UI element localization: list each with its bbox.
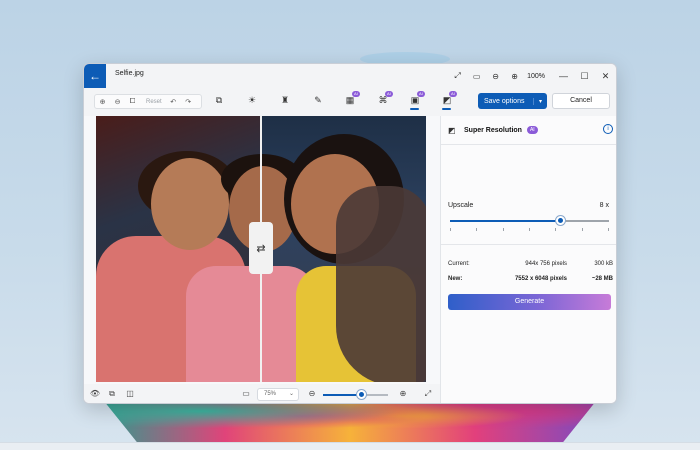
super-resolution-icon: ◩ xyxy=(448,125,456,135)
zoom-slider-thumb[interactable] xyxy=(357,390,366,399)
canvas-area: ⇄ xyxy=(84,116,440,384)
layers-icon[interactable]: ⧉ xyxy=(106,389,118,399)
chevron-down-icon: ⌄ xyxy=(288,391,294,397)
bottom-bar: 👁 ⧉ ◫ ▭ 75% ⌄ ⊖ ⊕ ⤢ xyxy=(84,384,440,403)
zoom-out-icon[interactable]: ⊖ xyxy=(110,98,125,106)
effects-ai-icon[interactable]: ▦ AI xyxy=(342,91,360,106)
upscale-slider-thumb[interactable] xyxy=(556,216,566,225)
zoom-level-value: 75% xyxy=(264,391,277,397)
back-arrow-icon: ← xyxy=(89,69,101,83)
info-icon[interactable]: i xyxy=(603,124,613,134)
save-options-label: Save options xyxy=(484,97,525,105)
zoom-out-icon[interactable]: ⊖ xyxy=(306,389,318,398)
slider-tick xyxy=(450,228,451,231)
super-resolution-panel: ◩ Super Resolution AI i Upscale 8 x Curr… xyxy=(440,116,616,403)
active-tool-indicator xyxy=(410,108,419,110)
fit-screen-icon[interactable]: ▭ xyxy=(240,389,252,398)
ai-badge: AI xyxy=(526,126,538,134)
generative-erase-ai-icon[interactable]: ⌘ AI xyxy=(375,91,393,106)
generate-button[interactable]: Generate xyxy=(448,294,611,310)
filter-icon[interactable]: ♜ xyxy=(277,95,293,106)
divider xyxy=(441,144,616,145)
slider-tick xyxy=(582,228,583,231)
photo-figure xyxy=(151,158,229,250)
slider-tick xyxy=(503,228,504,231)
current-file-size: 300 kB xyxy=(594,261,613,267)
adjust-icon[interactable]: ☀ xyxy=(244,95,260,106)
reset-button[interactable]: Reset xyxy=(146,99,162,105)
save-options-button[interactable]: Save options ▾ xyxy=(478,93,547,109)
markup-icon[interactable]: ✎ xyxy=(310,95,326,106)
upscale-label: Upscale xyxy=(448,202,474,209)
super-resolution-ai-icon[interactable]: ◩ AI xyxy=(439,91,457,110)
zoom-out-icon[interactable]: ⊖ xyxy=(486,72,505,81)
compare-view-icon[interactable]: ◫ xyxy=(124,389,136,398)
fit-icon[interactable]: ⧠ xyxy=(125,98,140,106)
cancel-button[interactable]: Cancel xyxy=(552,93,610,109)
zoom-slider[interactable] xyxy=(323,390,388,399)
divider xyxy=(441,244,616,245)
maximize-button[interactable]: ☐ xyxy=(574,71,595,82)
photos-window: ← Selfie.jpg ⤢ ▭ ⊖ ⊕ 100% — ☐ ✕ ⊕ ⊖ ⧠ Re… xyxy=(83,63,617,404)
back-button[interactable]: ← xyxy=(84,64,106,88)
crop-icon[interactable]: ⧉ xyxy=(211,95,227,106)
upscale-value: 8 x xyxy=(599,202,609,209)
zoom-in-icon[interactable]: ⊕ xyxy=(397,389,409,398)
new-file-size: ~28 MB xyxy=(591,276,613,282)
current-pixels: 944x 756 pixels xyxy=(525,261,567,267)
photo-canvas[interactable]: ⇄ xyxy=(96,116,426,382)
zoom-percentage: 100% xyxy=(527,72,545,80)
active-tool-indicator xyxy=(442,108,451,110)
undo-icon[interactable]: ↶ xyxy=(166,98,181,106)
photo-figure xyxy=(336,186,426,382)
redo-icon[interactable]: ↷ xyxy=(181,98,196,106)
title-bar: ← Selfie.jpg ⤢ ▭ ⊖ ⊕ 100% — ☐ ✕ xyxy=(84,64,616,88)
new-pixels: 7552 x 6048 pixels xyxy=(514,276,567,282)
background-ai-icon[interactable]: ▣ AI xyxy=(407,91,425,110)
edit-toolbar: ⊕ ⊖ ⧠ Reset ↶ ↷ ⧉ ☀ ♜ ✎ ▦ AI ⌘ AI ▣ AI ◩ AI … xyxy=(84,88,616,116)
slider-tick xyxy=(476,228,477,231)
zoom-in-icon[interactable]: ⊕ xyxy=(95,98,110,106)
zoom-level-select[interactable]: 75% ⌄ xyxy=(257,388,299,401)
new-label: New: xyxy=(448,276,463,282)
close-button[interactable]: ✕ xyxy=(595,71,616,82)
swap-arrows-icon: ⇄ xyxy=(256,242,266,255)
current-label: Current: xyxy=(448,261,470,267)
fullscreen-icon[interactable]: ⤢ xyxy=(422,389,434,399)
panel-title: Super Resolution xyxy=(464,126,522,134)
view-tool-group: ⊕ ⊖ ⧠ Reset ↶ ↷ xyxy=(94,94,202,109)
upscale-slider-fill xyxy=(450,220,562,222)
ai-badge: AI xyxy=(417,91,425,97)
panel-header: ◩ Super Resolution AI i xyxy=(448,122,613,138)
compare-handle[interactable]: ⇄ xyxy=(249,222,273,274)
slider-tick xyxy=(529,228,530,231)
file-name: Selfie.jpg xyxy=(115,70,144,77)
fit-window-icon[interactable]: ▭ xyxy=(467,72,486,81)
upscale-slider[interactable] xyxy=(450,216,609,231)
zoom-in-icon[interactable]: ⊕ xyxy=(505,72,524,81)
slider-tick xyxy=(555,228,556,231)
slider-tick xyxy=(608,228,609,231)
chevron-down-icon[interactable]: ▾ xyxy=(533,97,547,105)
ai-badge: AI xyxy=(385,91,393,97)
ai-badge: AI xyxy=(352,91,360,97)
eye-icon[interactable]: 👁 xyxy=(89,389,101,398)
expand-icon[interactable]: ⤢ xyxy=(448,71,467,81)
minimize-button[interactable]: — xyxy=(553,71,574,81)
taskbar xyxy=(0,442,700,450)
ai-badge: AI xyxy=(449,91,457,97)
